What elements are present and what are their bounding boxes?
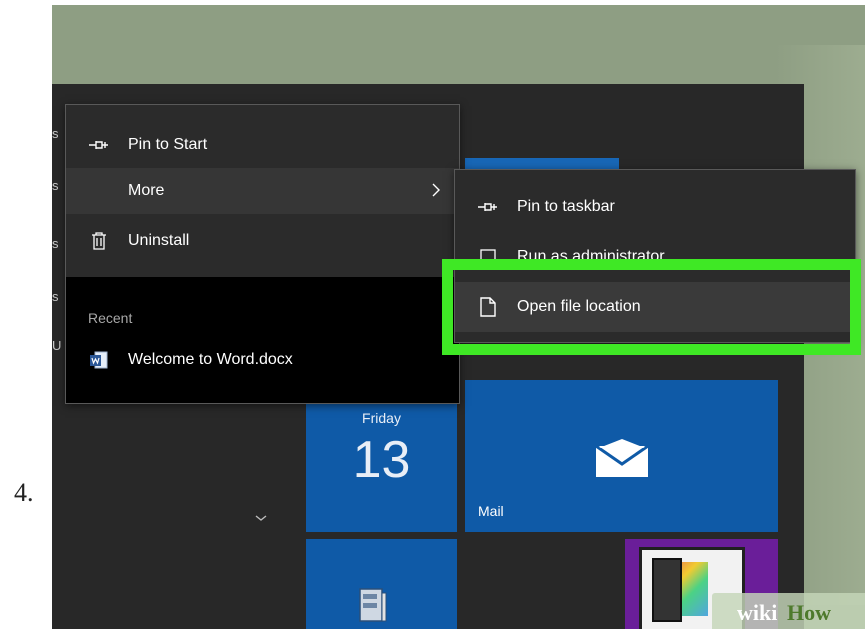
app-list-item[interactable]: s [52,289,59,304]
mail-tile-label: Mail [478,503,504,519]
menu-item-uninstall[interactable]: Uninstall [66,218,459,264]
context-menu: Pin to Start More Uninstall Recent Welco… [65,104,460,404]
menu-item-pin-to-start[interactable]: Pin to Start [66,122,459,168]
recent-heading: Recent [88,310,133,326]
watermark-wiki: wiki [737,600,778,625]
menu-item-label: Uninstall [128,232,190,249]
calendar-date: 13 [352,431,411,489]
screenshot-scene: s s s s U Friday 13 Mail Pin to Start Mo… [52,5,865,629]
mail-icon [595,438,649,483]
menu-item-more[interactable]: More [66,168,459,214]
watermark-how: How [787,600,831,625]
calendar-day: Friday [362,410,401,426]
mail-tile[interactable]: Mail [465,380,778,532]
recent-section: Recent Welcome to Word.docx [66,277,459,403]
chevron-right-icon [431,182,441,203]
menu-item-label: More [128,182,165,199]
recent-item-word-doc[interactable]: Welcome to Word.docx [66,340,459,380]
watermark: wiki How [712,593,865,629]
recent-item-label: Welcome to Word.docx [128,351,293,368]
chevron-down-icon[interactable] [254,510,268,528]
step-number: 4. [14,478,34,507]
menu-item-pin-to-taskbar[interactable]: Pin to taskbar [455,184,855,230]
pin-icon [88,134,110,156]
app-list-item[interactable]: U [52,338,61,353]
menu-item-label: Pin to Start [128,136,208,153]
pin-icon [477,196,499,218]
trash-icon [88,230,110,252]
archive-tile[interactable] [306,539,457,629]
word-doc-icon [88,349,110,371]
app-list-item[interactable]: s [52,178,59,193]
highlight-box [442,259,861,355]
app-list-item[interactable]: s [52,236,59,251]
menu-item-label: Pin to taskbar [517,198,615,215]
app-list-item[interactable]: s [52,126,59,141]
archive-icon [356,585,392,629]
